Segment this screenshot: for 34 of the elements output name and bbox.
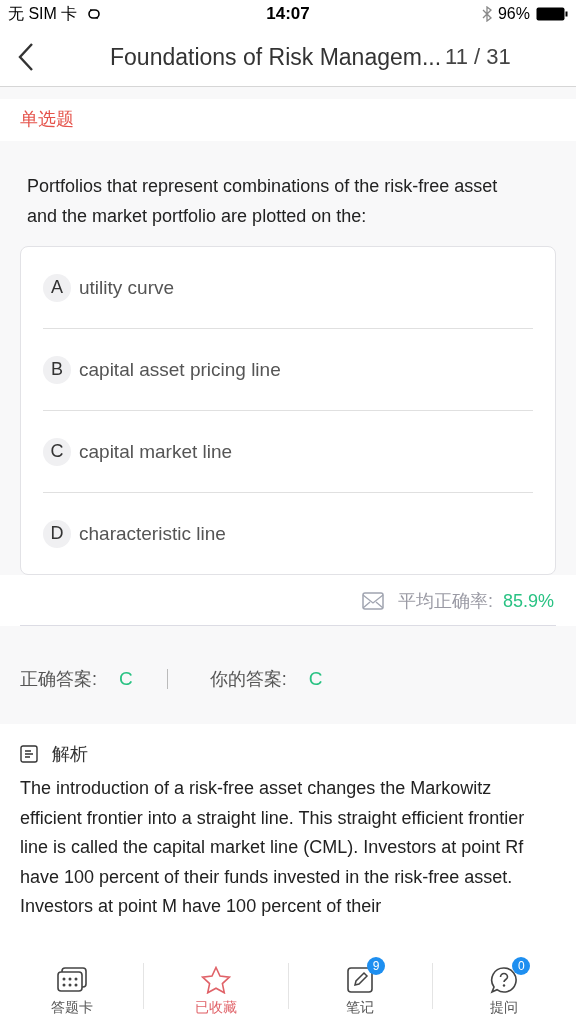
bottom-tab[interactable]: 答题卡 [0, 955, 144, 1017]
clock: 14:07 [266, 4, 310, 24]
nav-title: Foundations of Risk Managem... [110, 43, 442, 71]
answer-option[interactable]: D characteristic line [43, 493, 533, 574]
question-text: Portfolios that represent combinations of the risk-free asset and the market portfolio are plotted on the: [27, 175, 499, 228]
card-icon [56, 967, 87, 993]
carrier-text: 无 SIM 卡 [8, 3, 78, 24]
correct-answer: C [119, 668, 133, 690]
bottom-tab[interactable]: 0 提问 [432, 955, 576, 1017]
analysis-text: The introduction of a risk-free asset changes the Markowitz efficient frontier into a straight line. This straight efficient frontier line is called the capital market line (CML). Investors at point Rf have 100 percent of their funds invested in the risk-free asset. Investors at point M have 100 percent of their [20, 777, 526, 918]
question-counter: 11 / 31 [445, 44, 511, 70]
battery-percent: 96% [497, 5, 530, 23]
answer-option[interactable]: B capital asset pricing line [43, 329, 533, 411]
accuracy-label: 平均正确率: [397, 590, 493, 613]
count-badge: 9 [367, 957, 386, 975]
count-badge: 0 [512, 957, 531, 975]
star-icon [200, 966, 231, 994]
question-type: 单选题 [19, 108, 75, 131]
correct-answer-label: 正确答案: [20, 668, 97, 691]
bluetooth-icon [481, 6, 492, 22]
analysis-heading: 解析 [52, 743, 88, 766]
accuracy-value: 85.9% [502, 590, 554, 612]
back-icon[interactable] [18, 42, 34, 72]
mail-icon [361, 592, 384, 610]
battery-icon [536, 7, 568, 21]
answer-option[interactable]: C capital market line [43, 411, 533, 493]
bottom-tab[interactable]: 已收藏 [144, 955, 288, 1017]
edit-icon [347, 967, 374, 993]
bottom-tab[interactable]: 9 笔记 [288, 955, 432, 1017]
your-answer: C [308, 668, 323, 690]
document-icon [20, 745, 38, 763]
answer-option[interactable]: A utility curve [43, 247, 533, 329]
your-answer-label: 你的答案: [209, 668, 287, 691]
question-bubble-icon [490, 966, 519, 994]
